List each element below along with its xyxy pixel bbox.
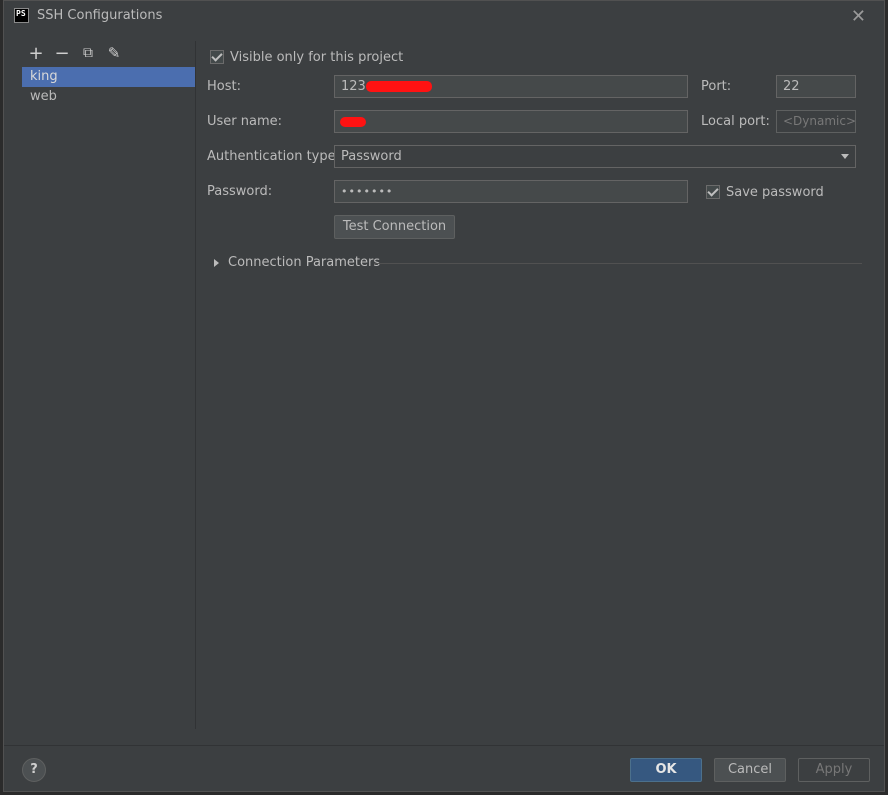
config-list-panel: + − ⧉ ✎ king web — [22, 41, 197, 729]
password-label: Password: — [207, 184, 273, 199]
local-port-input[interactable]: <Dynamic> — [776, 110, 856, 133]
host-redaction — [366, 81, 432, 92]
config-item-web[interactable]: web — [22, 87, 196, 107]
edit-icon[interactable]: ✎ — [104, 43, 124, 63]
add-icon[interactable]: + — [26, 43, 46, 64]
apply-button[interactable]: Apply — [798, 758, 870, 782]
save-password-checkbox[interactable] — [706, 185, 720, 199]
auth-type-value: Password — [341, 149, 402, 164]
panel-divider — [195, 41, 196, 729]
visible-only-checkbox[interactable] — [210, 50, 224, 64]
close-icon[interactable]: ✕ — [851, 6, 866, 27]
port-label: Port: — [701, 79, 732, 94]
cancel-button[interactable]: Cancel — [714, 758, 786, 782]
connection-parameters-label: Connection Parameters — [228, 255, 381, 270]
ssh-config-form: Visible only for this project Host: 123.… — [206, 41, 866, 341]
list-toolbar: + − ⧉ ✎ — [26, 43, 124, 65]
phpstorm-icon: PS — [14, 8, 29, 23]
port-input[interactable]: 22 — [776, 75, 856, 98]
password-input[interactable]: ••••••• — [334, 180, 688, 203]
remove-icon[interactable]: − — [52, 43, 72, 64]
username-redaction — [340, 117, 366, 127]
copy-icon[interactable]: ⧉ — [78, 43, 98, 63]
test-connection-button[interactable]: Test Connection — [334, 215, 455, 239]
ok-button[interactable]: OK — [630, 758, 702, 782]
connection-parameters-section[interactable]: Connection Parameters — [206, 255, 862, 271]
config-list: king web — [22, 67, 196, 107]
host-label: Host: — [207, 79, 241, 94]
auth-type-dropdown[interactable]: Password — [334, 145, 856, 168]
username-label: User name: — [207, 114, 283, 129]
footer-divider — [4, 745, 884, 746]
title-bar: PS SSH Configurations ✕ — [4, 1, 884, 31]
section-divider — [374, 263, 862, 264]
auth-type-label: Authentication type: — [207, 149, 340, 164]
help-icon[interactable]: ? — [22, 758, 46, 782]
dialog-title: SSH Configurations — [37, 8, 163, 23]
visible-only-label: Visible only for this project — [230, 50, 404, 65]
local-port-label: Local port: — [701, 114, 770, 129]
config-item-king[interactable]: king — [22, 67, 196, 87]
ssh-configurations-dialog: PS SSH Configurations ✕ + − ⧉ ✎ king web… — [3, 0, 885, 792]
chevron-down-icon — [841, 154, 849, 159]
username-input[interactable] — [334, 110, 688, 133]
expand-arrow-icon — [214, 259, 219, 267]
save-password-label: Save password — [726, 185, 824, 200]
